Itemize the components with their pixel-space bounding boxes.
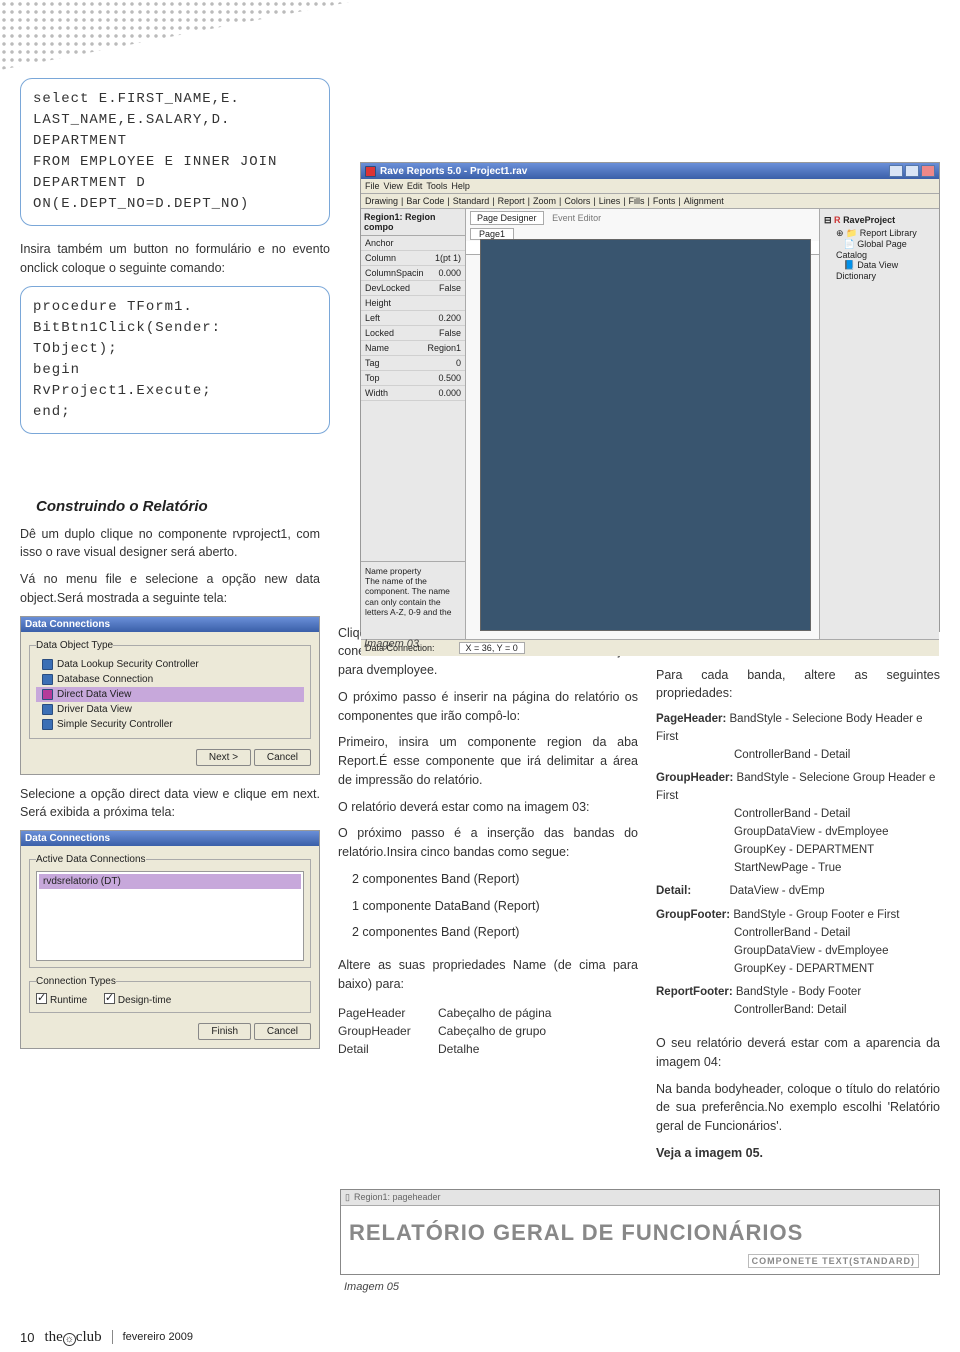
dialog-title: Data Connections — [25, 833, 110, 844]
tab-report[interactable]: Report — [498, 196, 525, 206]
code-line: LAST_NAME,E.SALARY,D. — [33, 110, 317, 131]
paragraph: O próximo passo é inserir na página do r… — [338, 688, 638, 726]
paragraph: Selecione a opção direct data view e cli… — [20, 785, 320, 823]
window-title: Rave Reports 5.0 - Project1.rav — [380, 166, 527, 177]
component-label: COMPONETE TEXT(STANDARD) — [748, 1254, 919, 1268]
paragraph: Insira também um button no formulário e … — [20, 240, 330, 278]
caption-imagem03: Imagem 03 — [364, 638, 940, 650]
finish-button[interactable]: Finish — [198, 1023, 251, 1040]
rave-titlebar: Rave Reports 5.0 - Project1.rav — [361, 163, 939, 179]
report-title: RELATÓRIO GERAL DE FUNCIONÁRIOS — [349, 1220, 803, 1245]
list-item[interactable]: Data Lookup Security Controller — [36, 657, 304, 672]
rave-canvas-area[interactable]: Page Designer Event Editor Page1 — [466, 209, 819, 639]
rave-tab-strip[interactable]: Drawing| Bar Code| Standard| Report| Zoo… — [361, 194, 939, 209]
mid-tab-designer[interactable]: Page Designer — [470, 211, 544, 225]
list-item[interactable]: Simple Security Controller — [36, 717, 304, 732]
tree-item[interactable]: Global Page Catalog — [836, 239, 907, 260]
paragraph: Vá no menu file e selecione a opção new … — [20, 570, 320, 608]
window-buttons[interactable] — [889, 165, 935, 177]
code-line: DEPARTMENT D — [33, 173, 317, 194]
rave-tree-panel: ⊟ R RaveProject ⊕ 📁 Report Library 📄 Glo… — [819, 209, 939, 639]
rave-property-panel: Region1: Region compo Anchor Column1(pt … — [361, 209, 466, 639]
menu-file[interactable]: File — [365, 181, 380, 191]
report-preview-strip: ▯ Region1: pageheader RELATÓRIO GERAL DE … — [340, 1189, 940, 1275]
tree-root[interactable]: RaveProject — [843, 215, 895, 225]
code-line: DEPARTMENT — [33, 131, 317, 152]
prop-title: Region1: Region compo — [361, 209, 465, 236]
region-label: Region1: pageheader — [354, 1192, 441, 1202]
issue-date: fevereiro 2009 — [123, 1331, 193, 1343]
tab-drawing[interactable]: Drawing — [365, 196, 398, 206]
page-footer: 10 the☼club fevereiro 2009 — [0, 1313, 960, 1352]
code-line: procedure TForm1. — [33, 297, 317, 318]
dialog-title: Data Connections — [25, 619, 110, 630]
group-label: Data Object Type — [36, 640, 113, 651]
tree-item[interactable]: Report Library — [860, 228, 917, 238]
code-line: begin — [33, 360, 317, 381]
design-canvas[interactable] — [480, 239, 811, 631]
tab-lines[interactable]: Lines — [599, 196, 621, 206]
app-icon — [365, 166, 376, 177]
cancel-button[interactable]: Cancel — [254, 749, 311, 766]
code-line: RvProject1.Execute; — [33, 381, 317, 402]
designtime-checkbox[interactable] — [104, 993, 115, 1004]
paragraph: O seu relatório deverá estar com a apare… — [656, 1034, 940, 1072]
paragraph: O próximo passo é a inserção das bandas … — [338, 824, 638, 862]
data-connections-dialog-1: Data Connections Data Object Type Data L… — [20, 616, 320, 775]
paragraph: Dê um duplo clique no componente rvproje… — [20, 525, 320, 563]
paragraph: Para cada banda, altere as seguintes pro… — [656, 666, 940, 704]
tab-colors[interactable]: Colors — [564, 196, 590, 206]
mid-tab-event[interactable]: Event Editor — [546, 212, 607, 224]
group-label: Connection Types — [36, 976, 116, 987]
paragraph: Primeiro, insira um componente region da… — [338, 733, 638, 789]
list-line: 2 componentes Band (Report) — [338, 923, 638, 942]
code-line: FROM EMPLOYEE E INNER JOIN — [33, 152, 317, 173]
runtime-checkbox[interactable] — [36, 993, 47, 1004]
sql-code-box: select E.FIRST_NAME,E. LAST_NAME,E.SALAR… — [20, 78, 330, 226]
paragraph: Veja a imagem 05. — [656, 1144, 940, 1163]
rave-screenshot: Rave Reports 5.0 - Project1.rav File Vie… — [360, 162, 940, 650]
group-label: Active Data Connections — [36, 854, 146, 865]
code-line: BitBtn1Click(Sender: — [33, 318, 317, 339]
status-coords: X = 36, Y = 0 — [459, 642, 525, 654]
list-line: 2 componentes Band (Report) — [338, 870, 638, 889]
page-number: 10 — [20, 1330, 34, 1345]
sizer-icon: ▯ — [345, 1192, 350, 1203]
brand-logo: the☼club — [44, 1329, 101, 1346]
list-line: 1 componente DataBand (Report) — [338, 897, 638, 916]
menu-edit[interactable]: Edit — [407, 181, 423, 191]
pascal-code-box: procedure TForm1. BitBtn1Click(Sender: T… — [20, 286, 330, 434]
paragraph: O relatório deverá estar como na imagem … — [338, 798, 638, 817]
data-connections-dialog-2: Data Connections Active Data Connections… — [20, 830, 320, 1049]
tab-alignment[interactable]: Alignment — [684, 196, 724, 206]
code-line: end; — [33, 402, 317, 423]
list-item-selected[interactable]: Direct Data View — [36, 687, 304, 702]
rave-menu[interactable]: File View Edit Tools Help — [361, 179, 939, 194]
menu-help[interactable]: Help — [451, 181, 470, 191]
cancel-button[interactable]: Cancel — [254, 1023, 311, 1040]
tab-fonts[interactable]: Fonts — [653, 196, 676, 206]
code-line: select E.FIRST_NAME,E. — [33, 89, 317, 110]
list-item[interactable]: Driver Data View — [36, 702, 304, 717]
decorative-dots — [0, 0, 360, 70]
menu-view[interactable]: View — [384, 181, 403, 191]
caption-imagem05: Imagem 05 — [344, 1281, 940, 1293]
code-line: TObject); — [33, 339, 317, 360]
tab-zoom[interactable]: Zoom — [533, 196, 556, 206]
section-heading: Construindo o Relatório — [36, 498, 320, 515]
tab-fills[interactable]: Fills — [629, 196, 645, 206]
tab-barcode[interactable]: Bar Code — [406, 196, 444, 206]
tab-standard[interactable]: Standard — [453, 196, 490, 206]
code-line: ON(E.DEPT_NO=D.DEPT_NO) — [33, 194, 317, 215]
prop-help: Name property The name of the component.… — [361, 561, 465, 621]
tree-item[interactable]: Data View Dictionary — [836, 260, 898, 281]
paragraph: Na banda bodyheader, coloque o título do… — [656, 1080, 940, 1136]
list-item[interactable]: Database Connection — [36, 672, 304, 687]
active-connection-item[interactable]: rvdsrelatorio (DT) — [39, 874, 301, 889]
menu-tools[interactable]: Tools — [426, 181, 447, 191]
next-button[interactable]: Next > — [196, 749, 251, 766]
paragraph: Altere as suas propriedades Name (de cim… — [338, 956, 638, 994]
